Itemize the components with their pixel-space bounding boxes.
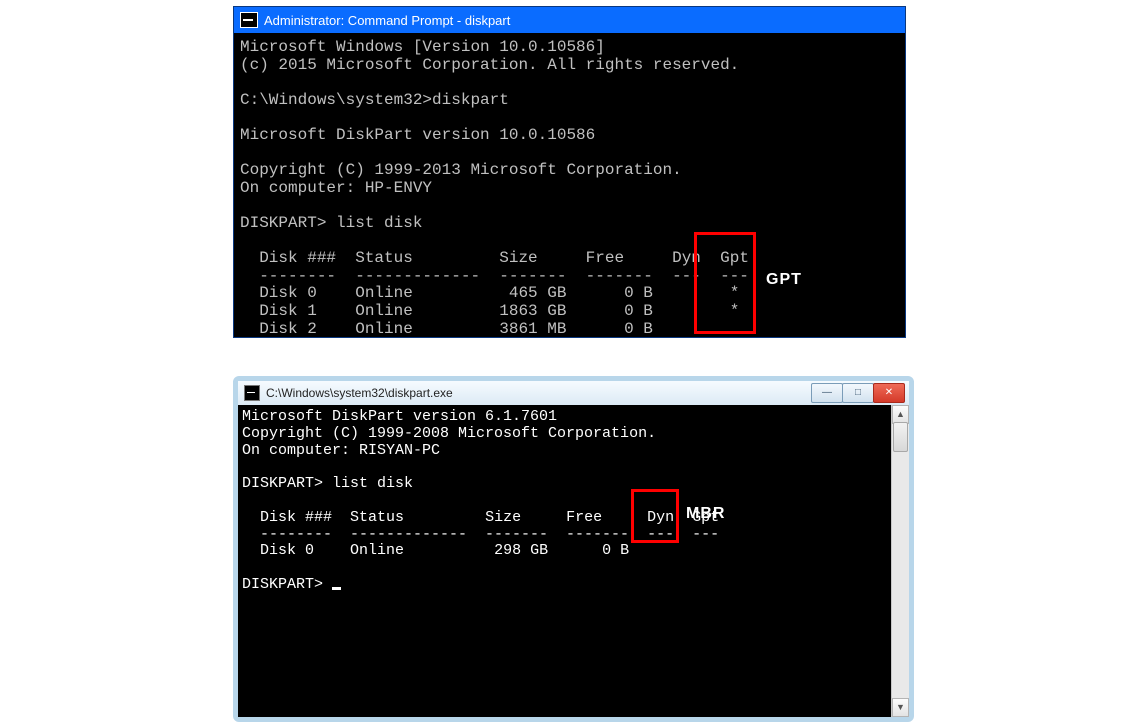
cmd-icon bbox=[240, 12, 258, 28]
diskpart-prompt: DISKPART> bbox=[242, 475, 323, 492]
minimize-button[interactable]: — bbox=[811, 383, 843, 403]
diskpart-prompt: DISKPART> bbox=[242, 576, 323, 593]
diskpart-prompt: DISKPART> bbox=[240, 214, 326, 232]
diskpart-computer: On computer: RISYAN-PC bbox=[242, 442, 440, 459]
chevron-up-icon: ▲ bbox=[896, 410, 905, 419]
terminal-output[interactable]: Microsoft Windows [Version 10.0.10586] (… bbox=[234, 33, 905, 337]
cell-status: Online bbox=[355, 302, 413, 320]
col-status: Status bbox=[355, 249, 413, 267]
cell-disk: Disk 2 bbox=[259, 320, 317, 338]
cursor-icon bbox=[332, 587, 341, 590]
diskpart-copyright: Copyright (C) 1999-2008 Microsoft Corpor… bbox=[242, 425, 656, 442]
minimize-icon: — bbox=[822, 388, 832, 398]
diskpart-command: list disk bbox=[332, 475, 413, 492]
cell-free: 0 B bbox=[624, 320, 653, 338]
chevron-down-icon: ▼ bbox=[896, 703, 905, 712]
vertical-scrollbar[interactable]: ▲ ▼ bbox=[891, 405, 909, 717]
cell-size: 465 GB bbox=[509, 284, 567, 302]
maximize-button[interactable]: □ bbox=[842, 383, 874, 403]
maximize-icon: □ bbox=[855, 388, 861, 398]
cell-free: 0 B bbox=[602, 542, 629, 559]
highlight-box-gpt-column bbox=[631, 489, 679, 543]
cell-status: Online bbox=[355, 284, 413, 302]
diskpart-copyright: Copyright (C) 1999-2013 Microsoft Corpor… bbox=[240, 161, 682, 179]
terminal-output[interactable]: Microsoft DiskPart version 6.1.7601 Copy… bbox=[238, 405, 892, 717]
window-controls: — □ ✕ bbox=[811, 383, 905, 403]
diskpart-version: Microsoft DiskPart version 10.0.10586 bbox=[240, 126, 595, 144]
col-size: Size bbox=[499, 249, 537, 267]
cell-size: 298 GB bbox=[494, 542, 548, 559]
annotation-gpt: GPT bbox=[766, 272, 802, 288]
cell-size: 3861 MB bbox=[499, 320, 566, 338]
close-icon: ✕ bbox=[885, 388, 893, 398]
scroll-track[interactable] bbox=[892, 422, 909, 700]
col-size: Size bbox=[485, 509, 521, 526]
window-title: Administrator: Command Prompt - diskpart bbox=[264, 14, 510, 27]
col-free: Free bbox=[586, 249, 624, 267]
annotation-mbr: MBR bbox=[686, 506, 725, 522]
titlebar[interactable]: C:\Windows\system32\diskpart.exe — □ ✕ bbox=[238, 381, 909, 405]
window-title: C:\Windows\system32\diskpart.exe bbox=[266, 387, 453, 399]
command-entered: diskpart bbox=[432, 91, 509, 109]
diskpart-version: Microsoft DiskPart version 6.1.7601 bbox=[242, 408, 557, 425]
os-copyright-line: (c) 2015 Microsoft Corporation. All righ… bbox=[240, 56, 739, 74]
cell-disk: Disk 0 bbox=[260, 542, 314, 559]
diskpart-command: list disk bbox=[336, 214, 422, 232]
cell-size: 1863 GB bbox=[499, 302, 566, 320]
window-diskpart-win7: C:\Windows\system32\diskpart.exe — □ ✕ M… bbox=[233, 376, 914, 722]
cmd-icon bbox=[244, 385, 260, 401]
col-status: Status bbox=[350, 509, 404, 526]
cell-free: 0 B bbox=[624, 284, 653, 302]
os-version-line: Microsoft Windows [Version 10.0.10586] bbox=[240, 38, 605, 56]
cell-status: Online bbox=[355, 320, 413, 338]
cell-status: Online bbox=[350, 542, 404, 559]
close-button[interactable]: ✕ bbox=[873, 383, 905, 403]
scroll-down-button[interactable]: ▼ bbox=[892, 698, 909, 717]
scroll-thumb[interactable] bbox=[893, 422, 908, 452]
highlight-box-gpt-column bbox=[694, 232, 756, 334]
prompt-path: C:\Windows\system32> bbox=[240, 91, 432, 109]
cell-disk: Disk 0 bbox=[259, 284, 317, 302]
diskpart-computer: On computer: HP-ENVY bbox=[240, 179, 432, 197]
window-cmd-diskpart-win10: Administrator: Command Prompt - diskpart… bbox=[233, 6, 906, 338]
cell-free: 0 B bbox=[624, 302, 653, 320]
col-disk: Disk ### bbox=[259, 249, 336, 267]
cell-disk: Disk 1 bbox=[259, 302, 317, 320]
col-disk: Disk ### bbox=[260, 509, 332, 526]
col-free: Free bbox=[566, 509, 602, 526]
titlebar[interactable]: Administrator: Command Prompt - diskpart bbox=[234, 7, 905, 33]
